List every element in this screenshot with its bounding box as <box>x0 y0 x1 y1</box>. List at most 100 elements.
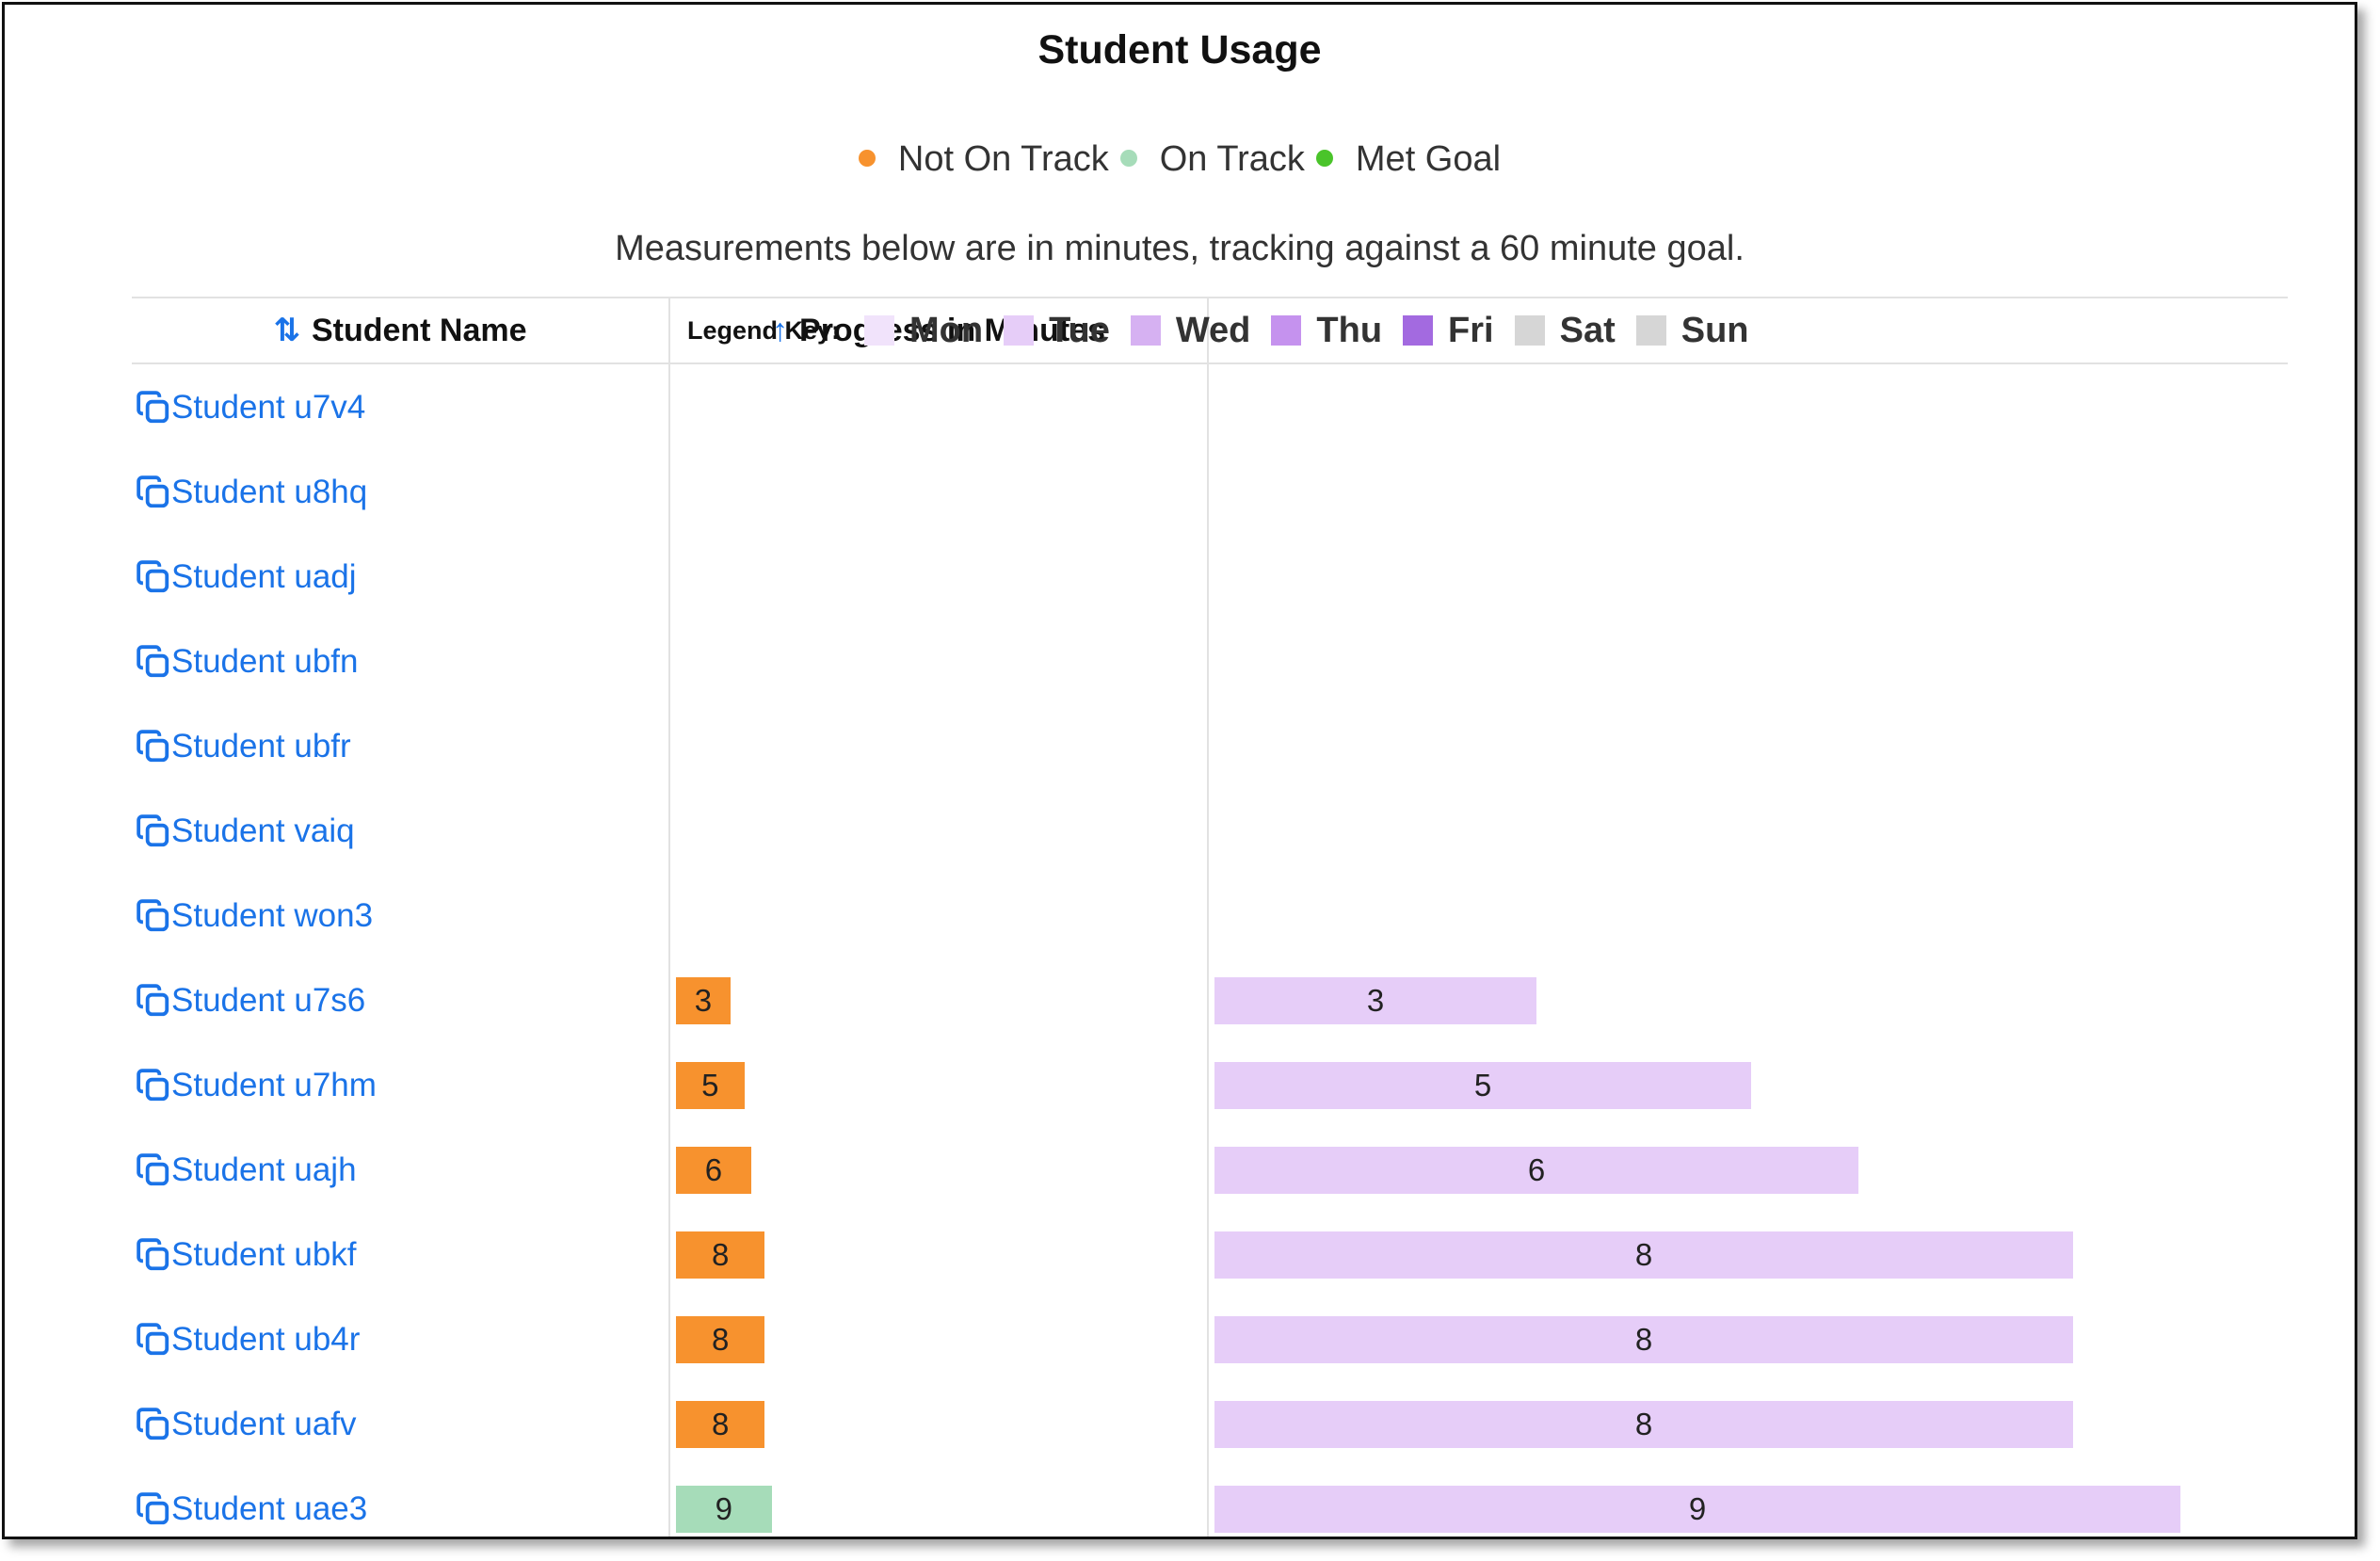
status-legend-item: Met Goal <box>1315 139 1501 180</box>
student-name-link[interactable]: Student ub4r <box>136 1297 360 1382</box>
student-name-link[interactable]: Student uae3 <box>136 1467 367 1537</box>
daily-usage-bar: 8 <box>1214 1316 2073 1363</box>
day-swatch <box>1514 315 1545 346</box>
copy-icon[interactable] <box>136 983 171 1019</box>
student-name[interactable]: Student ubkf <box>171 1236 357 1274</box>
copy-icon[interactable] <box>136 1152 171 1188</box>
day-swatch <box>1403 315 1434 346</box>
status-dot-icon <box>1315 149 1333 167</box>
student-name-link[interactable]: Student uafv <box>136 1382 357 1467</box>
student-name[interactable]: Student ubfr <box>171 728 351 765</box>
student-name-link[interactable]: Student vaiq <box>136 789 355 874</box>
student-name-link[interactable]: Student u7s6 <box>136 958 365 1043</box>
status-legend-item: Not On Track <box>858 139 1109 180</box>
student-name[interactable]: Student u7s6 <box>171 982 365 1020</box>
copy-icon[interactable] <box>136 1322 171 1358</box>
day-legend-label: Sun <box>1680 310 1749 350</box>
progress-bar: 9 <box>676 1486 772 1533</box>
copy-icon[interactable] <box>136 1237 171 1273</box>
daily-usage-bar: 9 <box>1214 1486 2180 1533</box>
table-row: Student vaiq <box>132 789 2288 874</box>
student-name[interactable]: Student uafv <box>171 1406 357 1443</box>
progress-bar: 8 <box>676 1231 765 1279</box>
table-row: Student u7v4 <box>132 365 2288 450</box>
table-row: Student uadj <box>132 535 2288 620</box>
student-name-link[interactable]: Student u8hq <box>136 450 367 535</box>
progress-bar: 8 <box>676 1401 765 1448</box>
student-name-link[interactable]: Student ubfn <box>136 620 359 704</box>
daily-usage-bar: 8 <box>1214 1401 2073 1448</box>
copy-icon[interactable] <box>136 559 171 595</box>
student-name[interactable]: Student vaiq <box>171 813 355 850</box>
copy-icon[interactable] <box>136 898 171 934</box>
table-header: ⇅ Student Name ↑ Progress in Minutes Leg… <box>132 297 2288 364</box>
table-row: Student u7s6 3 3 <box>132 958 2288 1043</box>
student-name-link[interactable]: Student ubkf <box>136 1213 357 1297</box>
progress-bar: 3 <box>676 977 731 1024</box>
student-name[interactable]: Student ubfn <box>171 643 359 681</box>
day-swatch <box>864 315 895 346</box>
copy-icon[interactable] <box>136 644 171 680</box>
report-panel: Student Usage Not On Track On Track Met Go… <box>2 2 2357 1539</box>
legend-key-label: Legend Key: <box>687 315 841 345</box>
day-swatch <box>1130 315 1161 346</box>
student-name[interactable]: Student ub4r <box>171 1321 360 1359</box>
student-name[interactable]: Student uadj <box>171 558 357 596</box>
table-row: Student ub4r 8 8 <box>132 1297 2288 1382</box>
status-legend: Not On Track On Track Met Goal <box>5 139 2355 180</box>
daily-usage-bar: 8 <box>1214 1231 2073 1279</box>
day-legend-label: Mon <box>909 310 984 350</box>
day-legend-label: Tue <box>1049 310 1110 350</box>
status-legend-label: On Track <box>1159 139 1305 179</box>
daily-usage-bar: 6 <box>1214 1147 1858 1194</box>
table-row: Student u8hq <box>132 450 2288 535</box>
table-row: Student uae3 9 9 <box>132 1467 2288 1537</box>
status-dot-icon <box>858 149 876 167</box>
day-legend-label: Thu <box>1316 310 1383 350</box>
day-swatch <box>1635 315 1666 346</box>
header-student-name-label: Student Name <box>311 312 527 348</box>
table-row: Student uafv 8 8 <box>132 1382 2288 1467</box>
daily-usage-bar: 5 <box>1214 1062 1751 1109</box>
progress-bar: 6 <box>676 1147 751 1194</box>
day-legend-label: Wed <box>1175 310 1251 350</box>
student-name[interactable]: Student u7v4 <box>171 389 365 426</box>
sort-both-icon[interactable]: ⇅ <box>273 312 300 349</box>
student-name[interactable]: Student won3 <box>171 897 373 935</box>
copy-icon[interactable] <box>136 813 171 849</box>
copy-icon[interactable] <box>136 1491 171 1527</box>
day-legend-item: Thu <box>1271 311 1382 351</box>
measurement-note: Measurements below are in minutes, track… <box>615 229 1745 268</box>
copy-icon[interactable] <box>136 390 171 426</box>
table-row: Student ubfn <box>132 620 2288 704</box>
student-name-link[interactable]: Student u7hm <box>136 1043 377 1128</box>
student-name-link[interactable]: Student uajh <box>136 1128 357 1213</box>
student-name-link[interactable]: Student u7v4 <box>136 365 365 450</box>
student-name-link[interactable]: Student ubfr <box>136 704 351 789</box>
day-legend-item: Wed <box>1130 310 1251 351</box>
day-legend-item: Sun <box>1635 310 1749 351</box>
page-title: Student Usage <box>1037 27 1322 72</box>
table-row: Student ubfr <box>132 704 2288 789</box>
day-legend-label: Fri <box>1448 310 1494 350</box>
day-legend-label: Sat <box>1559 310 1616 350</box>
student-name[interactable]: Student u7hm <box>171 1067 377 1104</box>
copy-icon[interactable] <box>136 475 171 510</box>
copy-icon[interactable] <box>136 1407 171 1442</box>
header-student-name[interactable]: ⇅ Student Name <box>132 298 668 362</box>
day-legend-item: Sat <box>1514 310 1616 351</box>
student-name[interactable]: Student uae3 <box>171 1490 367 1528</box>
daily-usage-bar: 3 <box>1214 977 1536 1024</box>
status-dot-icon <box>1119 149 1137 167</box>
copy-icon[interactable] <box>136 729 171 764</box>
student-name[interactable]: Student uajh <box>171 1151 357 1189</box>
student-name-link[interactable]: Student uadj <box>136 535 357 620</box>
day-legend-key: Legend Key: Mon Tue Wed Thu Fri Sat Sun <box>668 298 1770 362</box>
student-name[interactable]: Student u8hq <box>171 474 367 511</box>
copy-icon[interactable] <box>136 1068 171 1103</box>
student-name-link[interactable]: Student won3 <box>136 874 373 958</box>
day-swatch <box>1271 315 1302 346</box>
day-legend-item: Fri <box>1403 311 1494 351</box>
progress-bar: 8 <box>676 1316 765 1363</box>
table-row: Student ubkf 8 8 <box>132 1213 2288 1297</box>
